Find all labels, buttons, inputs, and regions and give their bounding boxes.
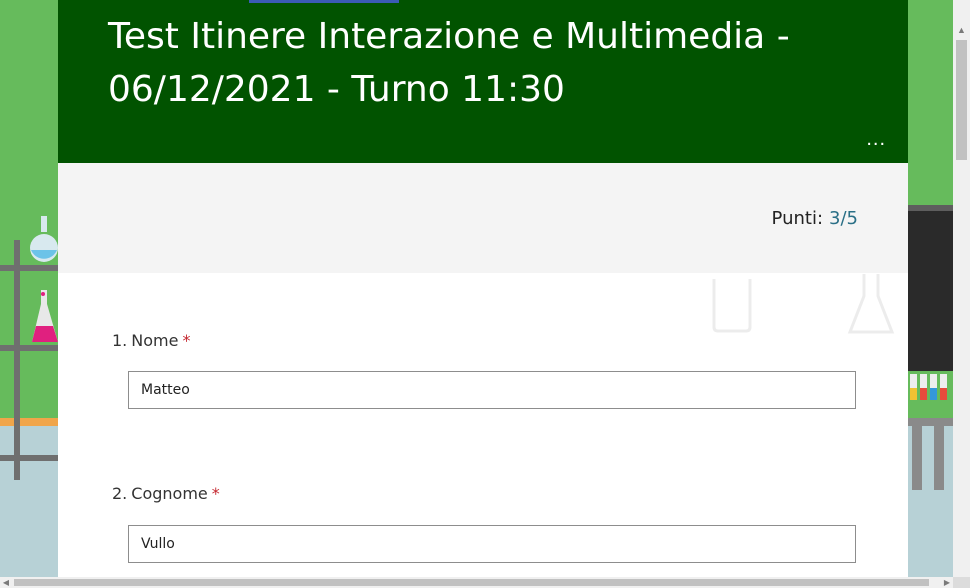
nome-input[interactable] [129,372,855,408]
score-label: Punti: [771,208,824,229]
more-options-button[interactable]: ... [866,128,886,151]
score-value: 3/5 [829,208,858,229]
question-label: Nome [131,331,179,350]
tab-indicator [249,0,399,3]
side-table [908,374,953,490]
question-2: 2. Cognome * [112,484,220,503]
horizontal-scroll-thumb[interactable] [14,579,929,586]
question-label: Cognome [131,484,208,503]
shelf-post [14,240,20,480]
form-header: Test Itinere Interazione e Multimedia - … [58,0,908,163]
conical-flask-icon [847,274,895,334]
beaker-icon [712,279,752,333]
form-title: Test Itinere Interazione e Multimedia - … [108,16,790,110]
scrollbar-corner [953,577,970,588]
chalkboard [908,205,953,371]
vertical-scrollbar[interactable]: ▲ [953,0,970,588]
scroll-right-icon[interactable]: ▶ [941,577,953,588]
required-mark: * [211,484,220,503]
answer-field-cognome[interactable] [128,525,856,563]
blue-flask-icon [30,216,58,262]
shelf-bar [0,455,58,461]
vertical-scroll-thumb[interactable] [956,40,967,160]
pink-flask-icon [32,290,58,342]
test-tubes-icon [910,374,947,400]
scroll-left-icon[interactable]: ◀ [0,577,12,588]
horizontal-scrollbar[interactable]: ◀ ▶ [0,577,953,588]
score: Punti: 3/5 [772,208,858,229]
question-1: 1. Nome * [112,331,190,350]
question-number: 2. [112,484,128,503]
scroll-up-icon[interactable]: ▲ [953,22,970,39]
question-number: 1. [112,331,128,350]
answer-field-nome[interactable] [128,371,856,409]
cognome-input[interactable] [129,526,855,562]
form-card: Test Itinere Interazione e Multimedia - … [58,0,908,588]
required-mark: * [182,331,191,350]
